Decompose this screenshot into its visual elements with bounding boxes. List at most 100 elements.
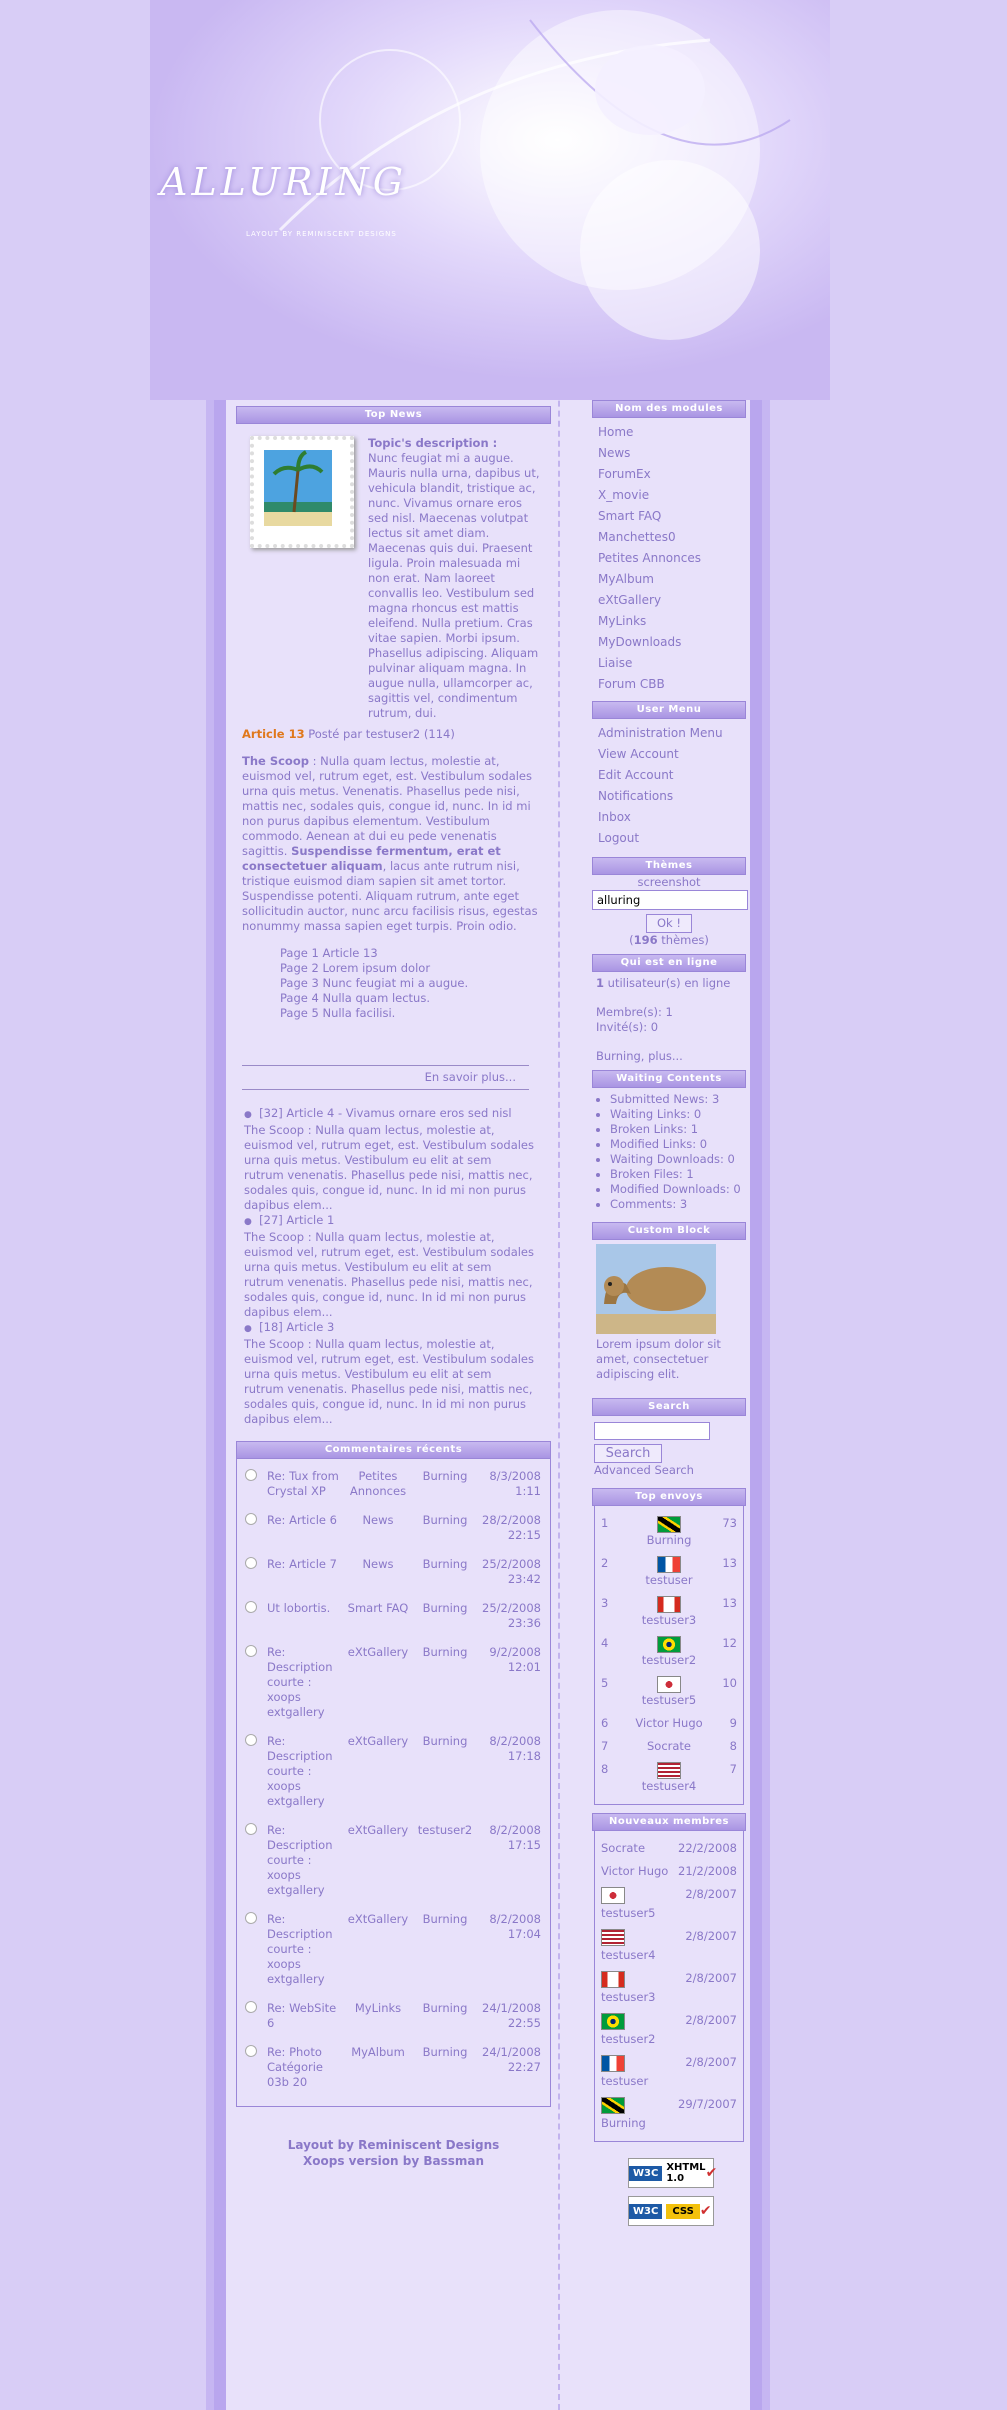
footer-credit-layout[interactable]: Layout by Reminiscent Designs	[236, 2137, 551, 2153]
sidebar-module-link[interactable]: ForumEx	[592, 464, 746, 485]
comment-user-link[interactable]: Burning	[413, 1597, 477, 1641]
comment-user-link[interactable]: Burning	[413, 1553, 477, 1597]
sidebar-module-link[interactable]: X_movie	[592, 485, 746, 506]
comment-module-link[interactable]: News	[343, 1509, 413, 1553]
article-page-link[interactable]: Page 4 Nulla quam lectus.	[280, 991, 551, 1006]
comment-title-link[interactable]: Ut lobortis.	[265, 1597, 343, 1641]
comment-user-link[interactable]: Burning	[413, 1641, 477, 1730]
modules-menu: Home News ForumEx X_movie Smart FAQ Manchette…	[592, 418, 746, 699]
member-user-link[interactable]: Victor Hugo	[601, 1864, 668, 1879]
comment-title-link[interactable]: Re: Description courte : xoops extgaller…	[265, 1641, 343, 1730]
user-menu-link[interactable]: Edit Account	[592, 765, 746, 786]
sidebar-module-link[interactable]: Home	[592, 422, 746, 443]
comment-title-link[interactable]: Re: Description courte : xoops extgaller…	[265, 1730, 343, 1819]
comment-title-link[interactable]: Re: WebSite 6	[265, 1997, 343, 2041]
other-article-title[interactable]: [27] Article 1	[259, 1213, 334, 1227]
member-user-link[interactable]: testuser4	[601, 1948, 737, 1963]
poster-user-link[interactable]: testuser5	[601, 1693, 737, 1708]
article-page-link[interactable]: Page 3 Nunc feugiat mi a augue.	[280, 976, 551, 991]
member-user-link[interactable]: testuser3	[601, 1990, 737, 2005]
poster-user-link[interactable]: testuser2	[601, 1653, 737, 1668]
comment-title-link[interactable]: Re: Description courte : xoops extgaller…	[265, 1908, 343, 1997]
poster-count: 13	[722, 1596, 737, 1610]
comment-user-link[interactable]: Burning	[413, 2041, 477, 2100]
comment-module-link[interactable]: MyAlbum	[343, 2041, 413, 2100]
comment-user-link[interactable]: Burning	[413, 1509, 477, 1553]
comment-user-link[interactable]: Burning	[413, 1997, 477, 2041]
user-menu-link[interactable]: View Account	[592, 744, 746, 765]
comment-module-link[interactable]: eXtGallery	[343, 1641, 413, 1730]
sidebar-module-link[interactable]: Manchettes0	[592, 527, 746, 548]
sidebar-module-link[interactable]: Forum CBB	[592, 674, 746, 695]
comment-module-link[interactable]: Petites Annonces	[343, 1465, 413, 1509]
comment-title-link[interactable]: Re: Article 6	[265, 1509, 343, 1553]
sidebar-module-link[interactable]: Liaise	[592, 653, 746, 674]
waiting-item[interactable]: Waiting Downloads: 0	[610, 1152, 746, 1167]
comment-module-link[interactable]: News	[343, 1553, 413, 1597]
comment-user-link[interactable]: testuser2	[413, 1819, 477, 1908]
theme-screenshot-link[interactable]: screenshot	[592, 875, 746, 890]
sidebar-module-link[interactable]: Petites Annonces	[592, 548, 746, 569]
article-page-link[interactable]: Page 5 Nulla facilisi.	[280, 1006, 551, 1021]
sidebar-module-link[interactable]: eXtGallery	[592, 590, 746, 611]
sidebar-module-link[interactable]: MyAlbum	[592, 569, 746, 590]
waiting-item[interactable]: Waiting Links: 0	[610, 1107, 746, 1122]
comment-module-link[interactable]: MyLinks	[343, 1997, 413, 2041]
footer-credit-xoops[interactable]: Xoops version by Bassman	[236, 2153, 551, 2169]
poster-user-link[interactable]: testuser4	[601, 1779, 737, 1794]
poster-user-link[interactable]: Victor Hugo	[601, 1716, 737, 1731]
sidebar-module-link[interactable]: News	[592, 443, 746, 464]
advanced-search-link[interactable]: Advanced Search	[594, 1463, 744, 1478]
poster-user-link[interactable]: Socrate	[601, 1739, 737, 1754]
waiting-item[interactable]: Modified Links: 0	[610, 1137, 746, 1152]
member-user-link[interactable]: testuser2	[601, 2032, 737, 2047]
top-posters-block: 1 73 Burning 2 13 testuser 3 13 testuser3 4 12 test…	[594, 1506, 744, 1805]
theme-select[interactable]: alluring	[592, 890, 748, 910]
poster-user-link[interactable]: Burning	[601, 1533, 737, 1548]
sidebar-module-link[interactable]: MyDownloads	[592, 632, 746, 653]
user-menu-link[interactable]: Inbox	[592, 807, 746, 828]
other-article-title[interactable]: [18] Article 3	[259, 1320, 334, 1334]
w3c-css-badge[interactable]: W3C CSS ✔	[628, 2196, 714, 2226]
comment-title-link[interactable]: Re: Description courte : xoops extgaller…	[265, 1819, 343, 1908]
comment-user-link[interactable]: Burning	[413, 1465, 477, 1509]
search-input[interactable]	[594, 1422, 710, 1440]
member-user-link[interactable]: testuser5	[601, 1906, 737, 1921]
member-user-link[interactable]: Socrate	[601, 1841, 645, 1856]
user-menu-link[interactable]: Notifications	[592, 786, 746, 807]
other-article-title[interactable]: [32] Article 4 - Vivamus ornare eros sed…	[259, 1106, 511, 1120]
article-page-link[interactable]: Page 2 Lorem ipsum dolor	[280, 961, 551, 976]
new-members-title: Nouveaux membres	[592, 1813, 746, 1831]
waiting-item[interactable]: Modified Downloads: 0	[610, 1182, 746, 1197]
user-menu-link[interactable]: Logout	[592, 828, 746, 849]
waiting-item[interactable]: Submitted News: 3	[610, 1092, 746, 1107]
online-more-link[interactable]: Burning, plus...	[596, 1049, 742, 1064]
read-more-link[interactable]: En savoir plus...	[236, 1070, 516, 1085]
waiting-item[interactable]: Broken Links: 1	[610, 1122, 746, 1137]
theme-ok-button[interactable]: Ok !	[646, 914, 692, 933]
waiting-item[interactable]: Broken Files: 1	[610, 1167, 746, 1182]
comment-user-link[interactable]: Burning	[413, 1730, 477, 1819]
w3c-xhtml-badge[interactable]: W3C XHTML 1.0 ✔	[628, 2158, 717, 2188]
user-menu-link[interactable]: Administration Menu	[592, 723, 746, 744]
comment-module-link[interactable]: eXtGallery	[343, 1819, 413, 1908]
comment-user-link[interactable]: Burning	[413, 1908, 477, 1997]
comment-date: 24/1/2008 22:55	[482, 2001, 541, 2030]
comment-title-link[interactable]: Re: Tux from Crystal XP	[265, 1465, 343, 1509]
article-page-link[interactable]: Page 1 Article 13	[280, 946, 551, 961]
site-logo[interactable]: ALLURING	[160, 160, 407, 204]
comment-module-link[interactable]: Smart FAQ	[343, 1597, 413, 1641]
poster-user-link[interactable]: testuser3	[601, 1613, 737, 1628]
comment-module-link[interactable]: eXtGallery	[343, 1908, 413, 1997]
member-user-link[interactable]: Burning	[601, 2116, 737, 2131]
article-title-link[interactable]: Article 13	[242, 727, 305, 741]
waiting-item[interactable]: Comments: 3	[610, 1197, 746, 1212]
comment-title-link[interactable]: Re: Article 7	[265, 1553, 343, 1597]
comment-title-link[interactable]: Re: Photo Catégorie 03b 20	[265, 2041, 343, 2100]
search-button[interactable]: Search	[594, 1444, 662, 1463]
poster-user-link[interactable]: testuser	[601, 1573, 737, 1588]
sidebar-module-link[interactable]: MyLinks	[592, 611, 746, 632]
sidebar-module-link[interactable]: Smart FAQ	[592, 506, 746, 527]
comment-module-link[interactable]: eXtGallery	[343, 1730, 413, 1819]
member-user-link[interactable]: testuser	[601, 2074, 737, 2089]
